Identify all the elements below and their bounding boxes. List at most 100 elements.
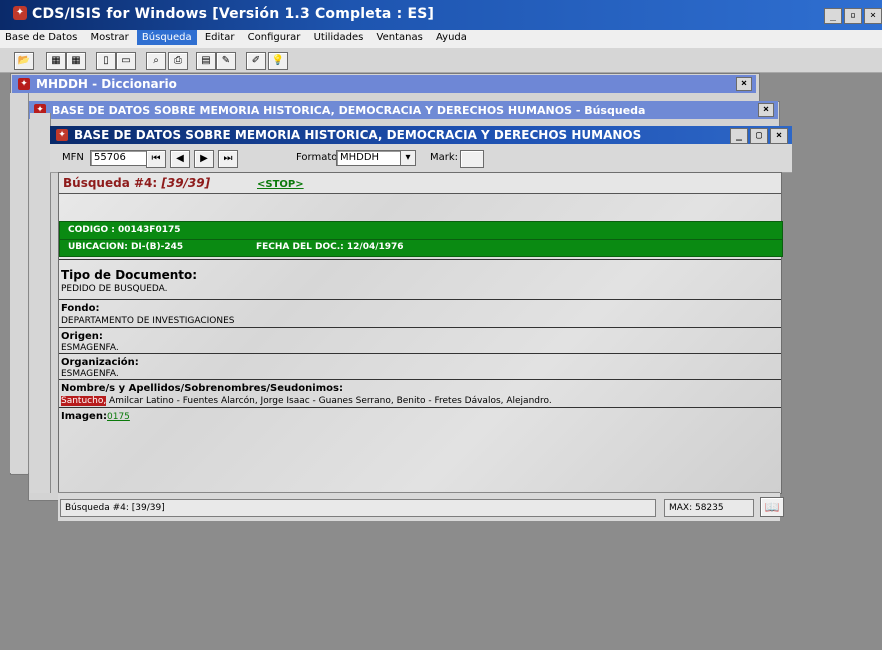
db-icon: ▦	[51, 55, 61, 66]
toolbar-button-search[interactable]: ⌕	[146, 52, 166, 70]
app-icon: ✦	[13, 6, 27, 20]
status-left: Búsqueda #4: [39/39]	[60, 499, 656, 517]
nombres-label: Nombre/s y Apellidos/Sobrenombres/Seudon…	[61, 383, 343, 394]
record-window-title: BASE DE DATOS SOBRE MEMORIA HISTORICA, D…	[74, 128, 642, 142]
highlighted-name: Santucho,	[61, 396, 107, 406]
origen-label: Origen:	[61, 331, 103, 342]
record-minimize-button[interactable]: _	[730, 128, 748, 144]
record-display: Búsqueda #4: [39/39] <STOP> CODIGO : 001…	[58, 172, 783, 494]
search-window-close-button[interactable]: ×	[758, 103, 774, 117]
codigo-text: CODIGO : 00143F0175	[68, 225, 181, 235]
field-imagen: Imagen: 0175	[59, 407, 781, 428]
menu-item-base-de-datos[interactable]: Base de Datos	[0, 30, 82, 45]
record-header: CODIGO : 00143F0175 UBICACION: DI-(B)-24…	[59, 221, 783, 257]
record-window-controls: _ ▢ ×	[730, 128, 788, 144]
record-controls: MFN 55706 ⏮ ◀ ▶ ⏭ Formato: MHDDH ▾ Mark:	[50, 144, 792, 173]
stop-link[interactable]: <STOP>	[257, 179, 304, 190]
mark-toggle[interactable]	[460, 150, 484, 168]
organizacion-value: ESMAGENFA.	[61, 369, 119, 379]
toolbar-button-print[interactable]: ⎙	[168, 52, 188, 70]
tipo-label: Tipo de Documento:	[61, 268, 198, 282]
search-title: Búsqueda #4: [39/39]	[63, 176, 210, 190]
window-icon: ▤	[201, 55, 211, 66]
chevron-down-icon[interactable]: ▾	[400, 150, 416, 166]
edit-icon: ✎	[221, 55, 231, 66]
field-tipo: Tipo de Documento: PEDIDO DE BUSQUEDA.	[59, 259, 781, 300]
dictionary-window-icon: ✦	[18, 78, 30, 90]
toolbar-button-edit[interactable]: ✎	[216, 52, 236, 70]
app-title: CDS/ISIS for Windows [Versión 1.3 Comple…	[32, 6, 435, 22]
record-maximize-button[interactable]: ▢	[750, 128, 768, 144]
imagen-label: Imagen:	[61, 411, 107, 422]
search-window-titlebar: ✦ BASE DE DATOS SOBRE MEMORIA HISTORICA,…	[28, 101, 778, 119]
record-window-icon: ✦	[56, 129, 68, 141]
fecha-text: FECHA DEL DOC.: 12/04/1976	[256, 242, 404, 252]
menu-item-configurar[interactable]: Configurar	[243, 30, 306, 45]
menu-item-ayuda[interactable]: Ayuda	[431, 30, 472, 45]
toolbar-button-db[interactable]: ▦	[46, 52, 66, 70]
ubicacion-text: UBICACION: DI-(B)-245	[68, 242, 184, 252]
last-record-button[interactable]: ⏭	[218, 150, 238, 168]
left-pane-strip-2	[30, 113, 51, 493]
open-folder-icon: 📂	[17, 55, 31, 66]
record-statusbar: Búsqueda #4: [39/39] MAX: 58235 📖	[58, 492, 784, 521]
toolbar-button-window[interactable]: ▤	[196, 52, 216, 70]
formato-select[interactable]: MHDDH	[336, 150, 403, 166]
page-icon: ▭	[121, 55, 131, 66]
toolbar: 📂 ▦ ▦ ▯ ▭ ⌕ ⎙ ▤ ✎ ✐ 💡	[0, 48, 882, 73]
record-window-titlebar: ✦ BASE DE DATOS SOBRE MEMORIA HISTORICA,…	[50, 126, 792, 144]
prev-record-button[interactable]: ◀	[170, 150, 190, 168]
search-title-prefix: Búsqueda #4:	[63, 176, 162, 190]
next-record-button[interactable]: ▶	[194, 150, 214, 168]
restore-button[interactable]: ▫	[844, 8, 862, 24]
search-title-range: [39/39]	[161, 176, 211, 190]
record-close-button[interactable]: ×	[770, 128, 788, 144]
mfn-label: MFN	[62, 152, 84, 163]
search-window-title: BASE DE DATOS SOBRE MEMORIA HISTORICA, D…	[52, 103, 646, 117]
toolbar-button-pencil[interactable]: ✐	[246, 52, 266, 70]
left-pane-strip	[10, 93, 29, 473]
toolbar-button-page2[interactable]: ▭	[116, 52, 136, 70]
menu-item-ventanas[interactable]: Ventanas	[372, 30, 428, 45]
imagen-link[interactable]: 0175	[107, 412, 130, 422]
nombres-value: Santucho, Amilcar Latino - Fuentes Alarc…	[61, 396, 552, 406]
dictionary-close-button[interactable]: ×	[736, 77, 752, 91]
app-titlebar: ✦ CDS/ISIS for Windows [Versión 1.3 Comp…	[0, 0, 882, 30]
first-record-button[interactable]: ⏮	[146, 150, 166, 168]
minimize-button[interactable]: _	[824, 8, 842, 24]
toolbar-button-page1[interactable]: ▯	[96, 52, 116, 70]
book-icon[interactable]: 📖	[760, 497, 784, 517]
search-status-bar: Búsqueda #4: [39/39] <STOP>	[59, 173, 781, 194]
page-icon: ▯	[103, 55, 109, 66]
origen-value: ESMAGENFA.	[61, 343, 119, 353]
menu-item-utilidades[interactable]: Utilidades	[309, 30, 369, 45]
field-organizacion: Organización: ESMAGENFA.	[59, 353, 781, 380]
close-button[interactable]: ×	[864, 8, 882, 24]
menu-item-busqueda[interactable]: Búsqueda	[136, 30, 197, 45]
fondo-label: Fondo:	[61, 303, 100, 314]
mark-label: Mark:	[430, 152, 459, 163]
menu-item-mostrar[interactable]: Mostrar	[85, 30, 133, 45]
status-max: MAX: 58235	[664, 499, 754, 517]
lightbulb-icon: 💡	[271, 55, 285, 66]
dbs-icon: ▦	[71, 55, 81, 66]
fondo-value: DEPARTAMENTO DE INVESTIGACIONES	[61, 316, 235, 326]
formato-label: Formato:	[296, 152, 341, 163]
dictionary-titlebar: ✦ MHDDH - Diccionario ×	[12, 75, 756, 93]
menu-bar: Base de Datos Mostrar Búsqueda Editar Co…	[0, 30, 882, 49]
field-fondo: Fondo: DEPARTAMENTO DE INVESTIGACIONES	[59, 299, 781, 328]
record-header-line-2: UBICACION: DI-(B)-245 FECHA DEL DOC.: 12…	[60, 239, 782, 256]
pencil-icon: ✐	[251, 55, 261, 66]
toolbar-button-dbs[interactable]: ▦	[66, 52, 86, 70]
organizacion-label: Organización:	[61, 357, 139, 368]
menu-item-editar[interactable]: Editar	[200, 30, 240, 45]
field-origen: Origen: ESMAGENFA.	[59, 327, 781, 354]
print-icon: ⎙	[174, 55, 182, 66]
field-nombres: Nombre/s y Apellidos/Sobrenombres/Seudon…	[59, 379, 781, 408]
nombres-rest: Amilcar Latino - Fuentes Alarcón, Jorge …	[106, 396, 552, 406]
search-icon: ⌕	[153, 55, 159, 66]
record-header-line-1: CODIGO : 00143F0175	[60, 222, 782, 240]
tipo-value: PEDIDO DE BUSQUEDA.	[61, 284, 168, 294]
toolbar-button-help[interactable]: 💡	[268, 52, 288, 70]
toolbar-button-open[interactable]: 📂	[14, 52, 34, 70]
